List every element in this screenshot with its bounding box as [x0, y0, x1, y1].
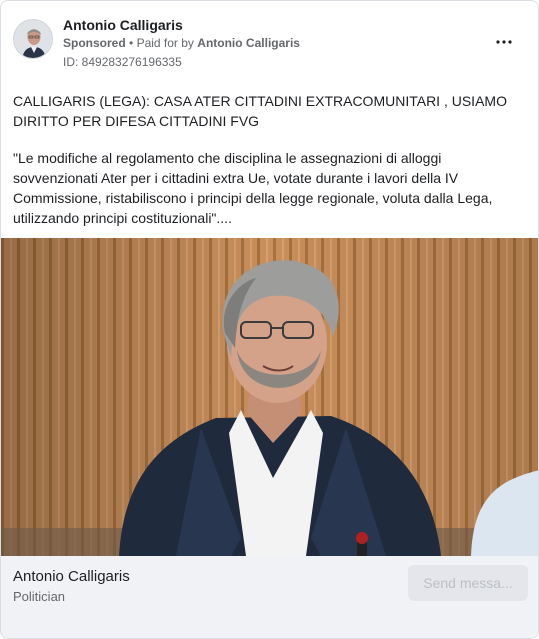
paid-for-name[interactable]: Antonio Calligaris [197, 36, 300, 50]
ad-card: Antonio Calligaris Sponsored • Paid for … [0, 0, 539, 639]
avatar[interactable] [13, 19, 53, 59]
ad-id: ID: 849283276196335 [63, 55, 182, 69]
post-text: CALLIGARIS (LEGA): CASA ATER CITTADINI E… [13, 91, 525, 228]
footer-page-category: Politician [13, 589, 66, 604]
bullet-separator: • [129, 36, 134, 50]
more-options-button[interactable] [492, 31, 516, 49]
paid-for-prefix: Paid for by [136, 36, 194, 50]
page-name[interactable]: Antonio Calligaris [63, 17, 183, 33]
ad-header: Antonio Calligaris Sponsored • Paid for … [13, 15, 526, 73]
post-body: "Le modifiche al regolamento che discipl… [13, 150, 493, 226]
footer-page-name[interactable]: Antonio Calligaris [13, 568, 130, 585]
ad-image[interactable] [1, 238, 538, 556]
ellipsis-horizontal-icon [496, 31, 512, 49]
send-message-button[interactable]: Send messa... [408, 565, 528, 601]
post-headline: CALLIGARIS (LEGA): CASA ATER CITTADINI E… [13, 93, 507, 129]
ad-footer: Antonio Calligaris Politician Send messa… [1, 556, 538, 638]
sponsored-label: Sponsored [63, 36, 126, 50]
sponsored-line: Sponsored • Paid for by Antonio Calligar… [63, 36, 300, 50]
